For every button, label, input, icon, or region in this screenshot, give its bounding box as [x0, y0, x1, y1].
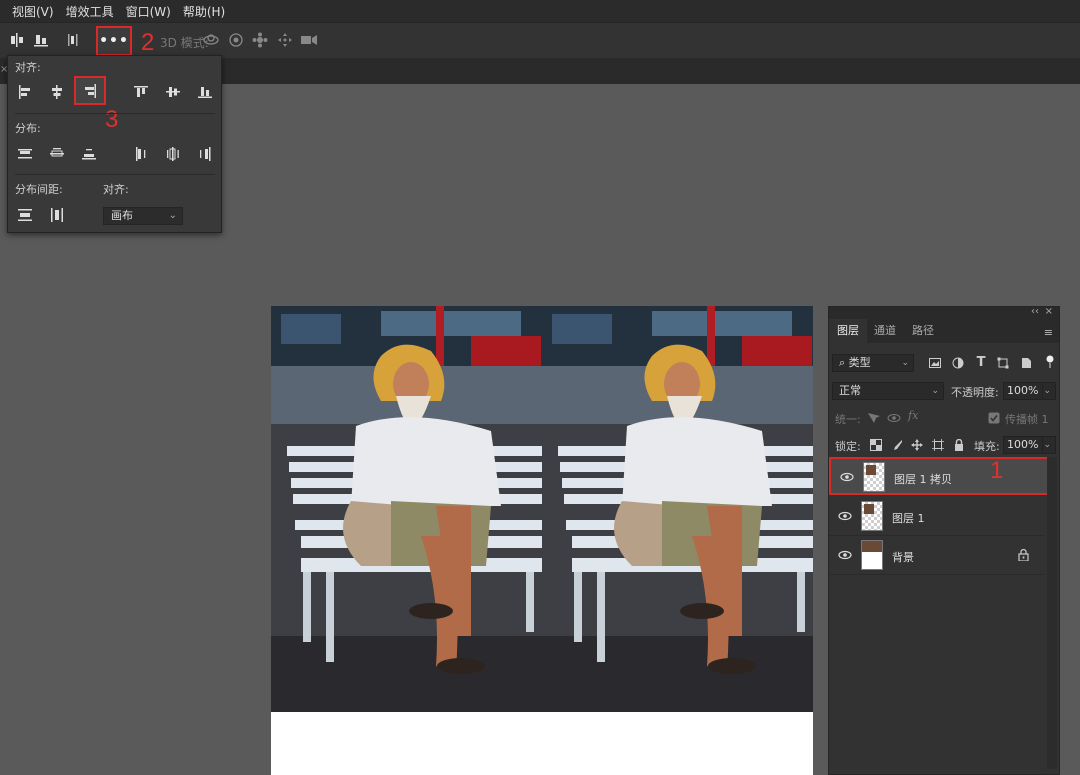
- chevron-down-icon: ⌄: [901, 358, 909, 368]
- close-panel-icon[interactable]: ×: [1045, 306, 1053, 317]
- align-bottom-edges-panel-icon[interactable]: [195, 82, 215, 102]
- chevron-down-icon: ⌄: [931, 386, 939, 396]
- align-vertical-centers-panel-icon[interactable]: [163, 82, 183, 102]
- unify-label: 统一:: [835, 413, 861, 426]
- panel-header: ‹‹ ×: [829, 306, 1059, 319]
- layer-thumbnail: [861, 501, 883, 531]
- align-top-edges-icon[interactable]: [131, 82, 151, 102]
- distribute-top-icon[interactable]: [15, 144, 35, 164]
- lock-label: 锁定:: [835, 440, 861, 453]
- 3d-pan-icon[interactable]: [251, 31, 269, 49]
- layers-scrollbar[interactable]: [1047, 457, 1057, 769]
- opacity-dropdown[interactable]: ⌄: [1042, 382, 1056, 400]
- unify-position-icon[interactable]: [867, 411, 881, 425]
- align-horizontal-centers-icon[interactable]: [47, 82, 67, 102]
- distribute-horizontal-spacing-icon[interactable]: [47, 205, 67, 225]
- lock-transparent-pixels-icon[interactable]: [869, 438, 883, 452]
- document-canvas[interactable]: [271, 306, 813, 775]
- blend-mode-select[interactable]: 正常 ⌄: [832, 382, 944, 400]
- layer-name: 图层 1 拷贝: [894, 473, 952, 486]
- distribute-right-icon[interactable]: [195, 144, 215, 164]
- filter-pixel-icon[interactable]: [928, 356, 942, 370]
- align-label: 对齐:: [15, 61, 41, 74]
- menu-help[interactable]: 帮助(H): [183, 3, 225, 20]
- divider: [15, 174, 215, 175]
- align-left-edges-icon[interactable]: [15, 82, 35, 102]
- 3d-orbit-icon[interactable]: [202, 31, 220, 49]
- lock-artboard-icon[interactable]: [931, 438, 945, 452]
- 3d-camera-icon[interactable]: [300, 31, 318, 49]
- unify-style-icon[interactable]: fx: [908, 409, 918, 422]
- annotation-1: 1: [990, 457, 1004, 484]
- distribute-label: 分布:: [15, 122, 41, 135]
- filter-adjustment-icon[interactable]: [951, 356, 965, 370]
- eye-icon[interactable]: [840, 471, 854, 483]
- propagate-frame-label: 传播帧 1: [1005, 413, 1049, 426]
- layers-panel: ‹‹ × 图层 通道 路径 ≡ ⌕ 类型 ⌄ T 正常 ⌄ 不透明度: 100% ⌄…: [828, 306, 1060, 775]
- 3d-slide-icon[interactable]: [276, 31, 294, 49]
- layer-thumbnail: [861, 540, 883, 570]
- chevron-down-icon: ⌄: [168, 210, 177, 221]
- fill-dropdown[interactable]: ⌄: [1042, 436, 1056, 454]
- layer-row-layer-1-copy[interactable]: 图层 1 拷贝: [829, 457, 1050, 495]
- 3d-roll-icon[interactable]: [227, 31, 245, 49]
- lock-all-icon[interactable]: [952, 438, 966, 452]
- align-bottom-edges-icon[interactable]: [32, 31, 50, 49]
- lock-position-icon[interactable]: [910, 438, 924, 452]
- annotation-2: 2: [141, 29, 155, 56]
- distribute-left-icon[interactable]: [131, 144, 151, 164]
- photo-left: [271, 306, 542, 712]
- fill-label: 填充:: [974, 440, 1000, 453]
- layer-name: 背景: [892, 551, 914, 564]
- menu-window[interactable]: 窗口(W): [126, 3, 171, 20]
- eye-icon[interactable]: [838, 549, 852, 561]
- chevron-down-icon: ⌄: [1043, 386, 1051, 396]
- layer-thumbnail: [863, 462, 885, 492]
- search-icon: ⌕: [839, 356, 849, 369]
- chevron-down-icon: ⌄: [1043, 440, 1051, 450]
- annotation-3: 3: [105, 106, 119, 133]
- distribute-bottom-icon[interactable]: [79, 144, 99, 164]
- align-vertical-centers-icon[interactable]: [8, 31, 26, 49]
- align-options-panel: 对齐: 3 分布: 分布间距: 对齐: 画布 ⌄: [7, 55, 222, 233]
- divider: [15, 113, 215, 114]
- lock-icon: [1018, 549, 1029, 561]
- distribute-vertical-spacing-icon[interactable]: [15, 205, 35, 225]
- distribute-horizontal-centers-icon[interactable]: [163, 144, 183, 164]
- spacing-label: 分布间距:: [15, 183, 63, 196]
- photo-right: [542, 306, 813, 712]
- tab-paths[interactable]: 路径: [904, 319, 942, 343]
- align-to-select[interactable]: 画布 ⌄: [103, 207, 183, 225]
- fill-input[interactable]: 100%: [1003, 436, 1043, 454]
- opacity-input[interactable]: 100%: [1003, 382, 1043, 400]
- layer-filter-select[interactable]: ⌕ 类型 ⌄: [832, 354, 914, 372]
- opacity-label: 不透明度:: [951, 386, 999, 399]
- more-align-options-button[interactable]: •••: [96, 26, 132, 56]
- distribute-vertical-centers-icon[interactable]: [47, 144, 67, 164]
- layer-row-layer-1[interactable]: 图层 1: [829, 498, 1045, 536]
- panel-menu-icon[interactable]: ≡: [1044, 326, 1053, 339]
- menu-view[interactable]: 视图(V): [12, 3, 54, 20]
- menu-plugins[interactable]: 增效工具: [66, 3, 114, 20]
- filter-smart-object-icon[interactable]: [1019, 356, 1033, 370]
- filter-type-icon[interactable]: T: [974, 355, 988, 370]
- unify-visibility-icon[interactable]: [887, 411, 901, 425]
- lock-image-pixels-icon[interactable]: [890, 438, 904, 452]
- layer-name: 图层 1: [892, 512, 925, 525]
- menu-bar: 视图(V) 增效工具 窗口(W) 帮助(H): [0, 0, 1080, 22]
- options-bar: ••• 2 3D 模式:: [0, 22, 1080, 58]
- layer-row-background[interactable]: 背景: [829, 537, 1045, 575]
- tab-layers[interactable]: 图层: [829, 319, 867, 343]
- distribute-horizontal-icon[interactable]: [64, 31, 82, 49]
- filter-shape-icon[interactable]: [996, 356, 1010, 370]
- propagate-checkbox[interactable]: [987, 411, 1001, 425]
- collapse-panel-icon[interactable]: ‹‹: [1031, 306, 1039, 317]
- tab-channels[interactable]: 通道: [866, 319, 904, 343]
- eye-icon[interactable]: [838, 510, 852, 522]
- align-right-edges-icon[interactable]: [74, 76, 106, 105]
- align-to-label: 对齐:: [103, 183, 129, 196]
- filter-toggle-icon[interactable]: [1043, 355, 1057, 369]
- panel-tabs: 图层 通道 路径 ≡: [829, 319, 1059, 343]
